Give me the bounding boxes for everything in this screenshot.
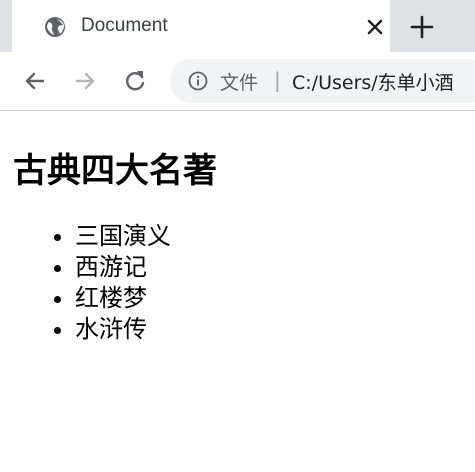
tab-document[interactable]: Document bbox=[12, 0, 390, 52]
info-icon[interactable] bbox=[188, 71, 208, 91]
tab-strip: Document bbox=[0, 0, 475, 52]
book-list: 三国演义 西游记 红楼梦 水浒传 bbox=[0, 221, 171, 345]
list-item: 水浒传 bbox=[75, 314, 171, 345]
list-item: 红楼梦 bbox=[75, 283, 171, 314]
list-item: 西游记 bbox=[75, 252, 171, 283]
reload-icon[interactable] bbox=[121, 67, 149, 95]
page-heading: 古典四大名著 bbox=[13, 151, 217, 191]
tab-title: Document bbox=[81, 15, 168, 36]
url-text[interactable]: C:/Users/东单小酒 bbox=[292, 68, 454, 95]
list-item: 三国演义 bbox=[75, 221, 171, 252]
close-icon[interactable] bbox=[362, 14, 388, 40]
security-label[interactable]: 文件 bbox=[220, 68, 258, 95]
back-arrow-icon[interactable] bbox=[21, 67, 49, 95]
address-bar[interactable]: 文件 | C:/Users/东单小酒 bbox=[170, 59, 475, 103]
globe-icon bbox=[44, 16, 66, 38]
page-content: 古典四大名著 三国演义 西游记 红楼梦 水浒传 bbox=[0, 111, 475, 472]
forward-arrow-icon[interactable] bbox=[71, 67, 99, 95]
plus-icon[interactable] bbox=[408, 13, 436, 41]
separator: | bbox=[274, 68, 281, 92]
browser-toolbar: 文件 | C:/Users/东单小酒 bbox=[0, 52, 475, 111]
